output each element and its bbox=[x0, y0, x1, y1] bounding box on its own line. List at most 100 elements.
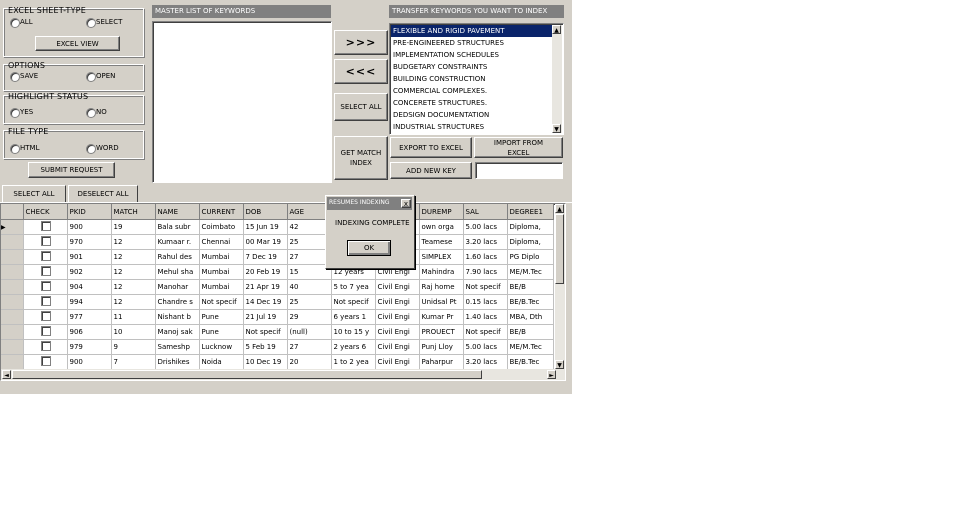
check-cell[interactable] bbox=[23, 234, 68, 250]
check-cell[interactable] bbox=[23, 324, 68, 340]
radio-save[interactable] bbox=[10, 72, 20, 82]
table-row[interactable]: 900 7 Drishikes Noida 10 Dec 19 20 1 to 2 yea C… bbox=[1, 354, 554, 370]
tab-deselect-all[interactable]: DESELECT ALL bbox=[68, 185, 138, 202]
grid-scroll-up-icon[interactable]: ▲ bbox=[555, 204, 564, 213]
import-from-excel-button[interactable]: IMPORT FROM EXCEL bbox=[474, 137, 563, 158]
transfer-list-item[interactable]: CONCERETE STRUCTURES. bbox=[391, 97, 553, 109]
table-row[interactable]: 994 12 Chandre s Not specif 14 Dec 19 25 Not s… bbox=[1, 294, 554, 310]
transfer-list-item[interactable]: PRE-ENGINEERED STRUCTURES bbox=[391, 37, 553, 49]
row-checkbox[interactable] bbox=[41, 311, 51, 321]
row-header[interactable] bbox=[1, 339, 24, 355]
check-cell[interactable] bbox=[23, 339, 68, 355]
row-checkbox[interactable] bbox=[41, 341, 51, 351]
row-checkbox[interactable] bbox=[41, 281, 51, 291]
col-name[interactable]: NAME bbox=[155, 204, 200, 220]
check-cell[interactable] bbox=[23, 354, 68, 370]
row-header[interactable] bbox=[1, 354, 24, 370]
dialog-close-button[interactable]: x bbox=[401, 199, 411, 208]
grid-hscroll-thumb[interactable] bbox=[12, 370, 482, 379]
col-check[interactable]: CHECK bbox=[23, 204, 68, 220]
table-cell: MBA, Dth bbox=[507, 309, 554, 325]
transfer-keyword-list[interactable]: FLEXIBLE AND RIGID PAVEMENT PRE-ENGINEERE… bbox=[389, 23, 564, 135]
check-cell[interactable] bbox=[23, 279, 68, 295]
grid-vertical-scrollbar[interactable]: ▲ ▼ bbox=[555, 204, 565, 369]
check-cell[interactable] bbox=[23, 264, 68, 280]
table-cell: Mumbai bbox=[199, 249, 244, 265]
row-header[interactable] bbox=[1, 234, 24, 250]
grid-scroll-left-icon[interactable]: ◄ bbox=[2, 370, 11, 379]
radio-word[interactable] bbox=[86, 144, 96, 154]
row-checkbox[interactable] bbox=[41, 296, 51, 306]
transfer-list-item[interactable]: DEDSIGN DOCUMENTATION bbox=[391, 109, 553, 121]
excel-view-button[interactable]: EXCEL VIEW bbox=[35, 36, 120, 51]
grid-scroll-down-icon[interactable]: ▼ bbox=[555, 360, 564, 369]
col-duremp[interactable]: DUREMP bbox=[419, 204, 464, 220]
col-pkid[interactable]: PKID bbox=[67, 204, 112, 220]
radio-html[interactable] bbox=[10, 144, 20, 154]
transfer-list-item[interactable]: INDUSTRIAL STRUCTURES bbox=[391, 121, 553, 133]
submit-request-button[interactable]: SUBMIT REQUEST bbox=[28, 162, 115, 178]
add-keyword-button[interactable]: >>> bbox=[334, 30, 388, 55]
select-all-keywords-button[interactable]: SELECT ALL bbox=[334, 93, 388, 121]
radio-open[interactable] bbox=[86, 72, 96, 82]
scroll-down-icon[interactable]: ▼ bbox=[552, 124, 561, 133]
transfer-list-scrollbar[interactable]: ▲ ▼ bbox=[552, 25, 562, 133]
table-row[interactable]: 906 10 Manoj sak Pune Not specif (null) 10 to … bbox=[1, 324, 554, 340]
get-match-index-button[interactable]: GET MATCH INDEX bbox=[334, 136, 388, 180]
col-current[interactable]: CURRENT bbox=[199, 204, 244, 220]
col-sal[interactable]: SAL bbox=[463, 204, 508, 220]
transfer-list-item[interactable]: BUILDING CONSTRUCTION bbox=[391, 73, 553, 85]
transfer-list-item[interactable]: IMPLEMENTATION SCHEDULES bbox=[391, 49, 553, 61]
radio-yes[interactable] bbox=[10, 108, 20, 118]
check-cell[interactable] bbox=[23, 294, 68, 310]
check-cell[interactable] bbox=[23, 309, 68, 325]
table-row[interactable]: 904 12 Manohar Mumbai 21 Apr 19 40 5 to 7 yea C… bbox=[1, 279, 554, 295]
grid-horizontal-scrollbar[interactable]: ◄ ► bbox=[1, 369, 565, 380]
col-match[interactable]: MATCH bbox=[111, 204, 156, 220]
table-row[interactable]: 979 9 Sameshp Lucknow 5 Feb 19 27 2 years 6 Civ… bbox=[1, 339, 554, 355]
row-header[interactable] bbox=[1, 279, 24, 295]
table-row[interactable]: 902 12 Mehul sha Mumbai 20 Feb 19 15 12 years C… bbox=[1, 264, 554, 280]
row-header[interactable]: ▶ bbox=[1, 219, 24, 235]
table-cell: Nishant b bbox=[155, 309, 200, 325]
results-grid[interactable]: CHECK PKID MATCH NAME CURRENT DOB AGE DU… bbox=[0, 203, 566, 381]
table-cell: 10 to 15 y bbox=[331, 324, 376, 340]
check-cell[interactable] bbox=[23, 249, 68, 265]
check-cell[interactable] bbox=[23, 219, 68, 235]
row-checkbox[interactable] bbox=[41, 326, 51, 336]
radio-all[interactable] bbox=[10, 18, 20, 28]
radio-select[interactable] bbox=[86, 18, 96, 28]
col-dob[interactable]: DOB bbox=[243, 204, 288, 220]
row-checkbox[interactable] bbox=[41, 251, 51, 261]
export-to-excel-button[interactable]: EXPORT TO EXCEL bbox=[390, 137, 472, 158]
tab-select-all[interactable]: SELECT ALL bbox=[2, 185, 66, 202]
table-cell: 994 bbox=[67, 294, 112, 310]
radio-no[interactable] bbox=[86, 108, 96, 118]
row-header[interactable] bbox=[1, 324, 24, 340]
col-degree1[interactable]: DEGREE1 bbox=[507, 204, 554, 220]
grid-scroll-right-icon[interactable]: ► bbox=[547, 370, 556, 379]
row-checkbox[interactable] bbox=[41, 356, 51, 366]
row-header[interactable] bbox=[1, 309, 24, 325]
new-key-input[interactable] bbox=[475, 162, 563, 179]
row-header[interactable] bbox=[1, 264, 24, 280]
grid-scroll-thumb[interactable] bbox=[555, 214, 564, 284]
dialog-titlebar[interactable]: RESUMES INDEXING x bbox=[327, 197, 412, 210]
dialog-ok-button[interactable]: OK bbox=[347, 240, 391, 256]
table-row[interactable]: 970 12 Kumaar r. Chennai 00 Mar 19 25 Teamese 3… bbox=[1, 234, 554, 250]
transfer-list-item[interactable]: COMMERCIAL COMPLEXES. bbox=[391, 85, 553, 97]
row-checkbox[interactable] bbox=[41, 236, 51, 246]
table-row[interactable]: 977 11 Nishant b Pune 21 Jul 19 29 6 years 1 Ci… bbox=[1, 309, 554, 325]
row-checkbox[interactable] bbox=[41, 221, 51, 231]
add-new-key-button[interactable]: ADD NEW KEY bbox=[390, 162, 472, 179]
row-checkbox[interactable] bbox=[41, 266, 51, 276]
transfer-list-item[interactable]: BUDGETARY CONSTRAINTS bbox=[391, 61, 553, 73]
row-header[interactable] bbox=[1, 249, 24, 265]
transfer-list-item[interactable]: FLEXIBLE AND RIGID PAVEMENT bbox=[391, 25, 553, 37]
master-keyword-list[interactable] bbox=[152, 21, 332, 183]
table-row[interactable]: ▶ 900 19 Bala subr Coimbato 15 Jun 19 42 own or… bbox=[1, 219, 554, 235]
scroll-up-icon[interactable]: ▲ bbox=[552, 25, 561, 34]
remove-keyword-button[interactable]: <<< bbox=[334, 59, 388, 84]
table-row[interactable]: 901 12 Rahul des Mumbai 7 Dec 19 27 SIMPLEX 1.6… bbox=[1, 249, 554, 265]
row-header[interactable] bbox=[1, 294, 24, 310]
